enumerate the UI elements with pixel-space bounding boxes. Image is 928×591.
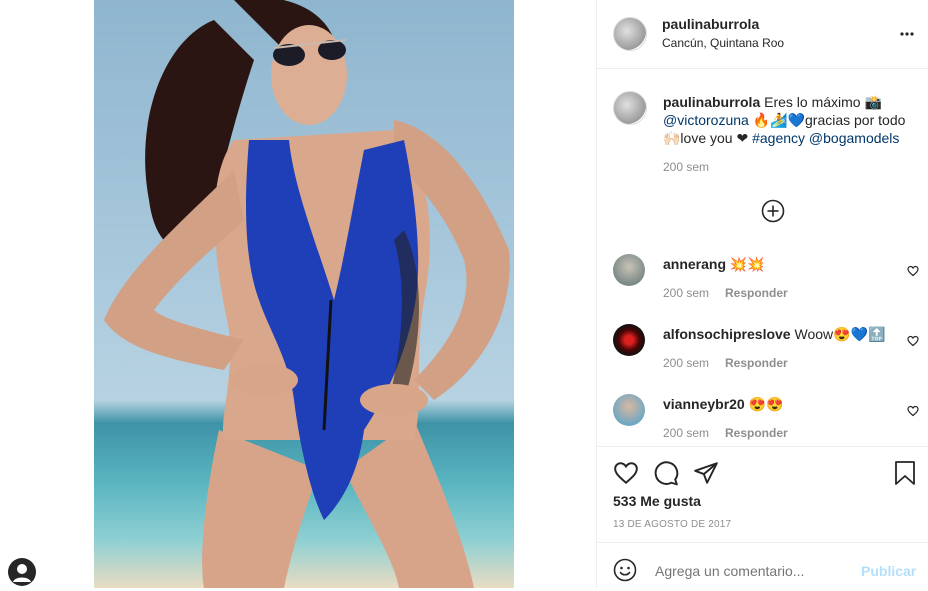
comment-body: Woow😍💙🔝 <box>790 326 886 342</box>
post-location[interactable]: Cancún, Quintana Roo <box>662 36 784 50</box>
caption-username[interactable]: paulinaburrola <box>663 94 760 110</box>
comment-text: alfonsochipreslove Woow😍💙🔝 <box>663 326 885 343</box>
author-username[interactable]: paulinaburrola <box>662 16 759 32</box>
reply-button[interactable]: Responder <box>725 356 788 370</box>
plus-circle-icon[interactable] <box>761 199 785 223</box>
comment-item: annerang 💥💥 200 sem Responder <box>597 250 928 320</box>
comment-username[interactable]: annerang <box>663 256 726 272</box>
comment-username[interactable]: vianneybr20 <box>663 396 745 412</box>
comment-time[interactable]: 200 sem <box>663 286 709 300</box>
caption-line1: Eres lo máximo 📸 <box>764 94 882 110</box>
comment-item: vianneybr20 😍😍 200 sem Responder <box>597 390 928 460</box>
like-comment-heart-icon[interactable] <box>907 264 919 277</box>
publish-button[interactable]: Publicar <box>861 563 916 579</box>
post-date[interactable]: 13 DE AGOSTO DE 2017 <box>613 519 731 530</box>
comment-text: vianneybr20 😍😍 <box>663 396 783 413</box>
comment-input-bar: Publicar <box>597 542 928 589</box>
emoji-smiley-icon[interactable] <box>613 558 637 582</box>
post-header: paulinaburrola Cancún, Quintana Roo <box>597 0 928 69</box>
comment-time[interactable]: 200 sem <box>663 426 709 440</box>
likes-count[interactable]: 533 Me gusta <box>613 493 701 509</box>
comment-body: 😍😍 <box>744 396 784 412</box>
more-horizontal-icon[interactable] <box>899 26 915 42</box>
comment-time[interactable]: 200 sem <box>663 356 709 370</box>
caption-hashtag-agency[interactable]: #agency <box>752 130 805 146</box>
commenter-avatar[interactable] <box>613 254 645 286</box>
caption-time[interactable]: 200 sem <box>663 160 709 174</box>
post-actions: 533 Me gusta 13 DE AGOSTO DE 2017 <box>597 446 928 530</box>
caption-text: paulinaburrola Eres lo máximo 📸 @victoro… <box>663 93 915 147</box>
caption-avatar[interactable] <box>613 91 647 125</box>
caption-line2: 🔥🏄💙gracias por todo <box>748 112 906 128</box>
post-details-pane: paulinaburrola Cancún, Quintana Roo paul… <box>596 0 928 588</box>
reply-button[interactable]: Responder <box>725 286 788 300</box>
share-paper-plane-icon[interactable] <box>693 460 719 486</box>
reply-button[interactable]: Responder <box>725 426 788 440</box>
post-photo[interactable] <box>94 0 514 588</box>
commenter-avatar[interactable] <box>613 394 645 426</box>
comment-text: annerang 💥💥 <box>663 256 765 273</box>
save-bookmark-icon[interactable] <box>893 460 917 486</box>
profile-avatar-icon[interactable] <box>8 558 36 586</box>
comment-item: alfonsochipreslove Woow😍💙🔝 200 sem Respo… <box>597 320 928 390</box>
comment-body: 💥💥 <box>726 256 765 272</box>
author-avatar[interactable] <box>613 17 647 51</box>
media-pane <box>0 0 596 588</box>
photo-illustration <box>104 0 510 588</box>
commenter-avatar[interactable] <box>613 324 645 356</box>
comment-username[interactable]: alfonsochipreslove <box>663 326 791 342</box>
like-comment-heart-icon[interactable] <box>907 404 919 417</box>
like-heart-icon[interactable] <box>613 460 639 486</box>
caption-line3: 🙌🏻love you ❤ <box>663 130 753 146</box>
comment-bubble-icon[interactable] <box>653 460 679 486</box>
caption-mention-victorozuna[interactable]: @victorozuna <box>663 112 749 128</box>
like-comment-heart-icon[interactable] <box>907 334 919 347</box>
caption-mention-bogamodels[interactable]: @bogamodels <box>805 130 900 146</box>
comment-input[interactable] <box>653 555 847 587</box>
